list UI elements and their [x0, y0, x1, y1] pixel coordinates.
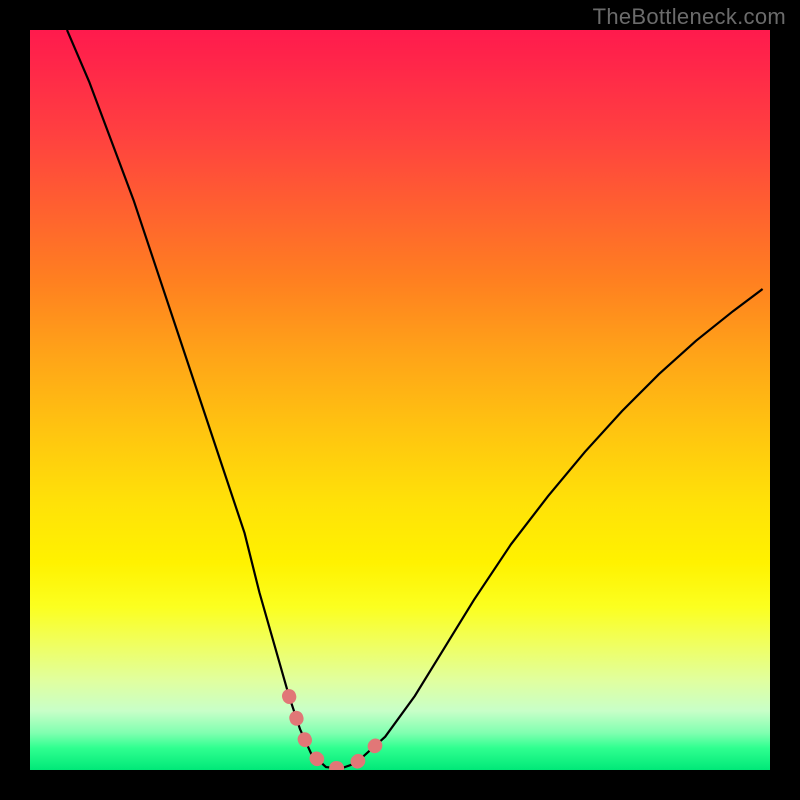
bottleneck-chart-svg — [30, 30, 770, 770]
watermark-text: TheBottleneck.com — [593, 4, 786, 30]
plot-area — [30, 30, 770, 770]
bottleneck-curve — [67, 30, 763, 769]
chart-frame: TheBottleneck.com — [0, 0, 800, 800]
curve-group — [67, 30, 763, 769]
valley-marker — [289, 696, 385, 769]
